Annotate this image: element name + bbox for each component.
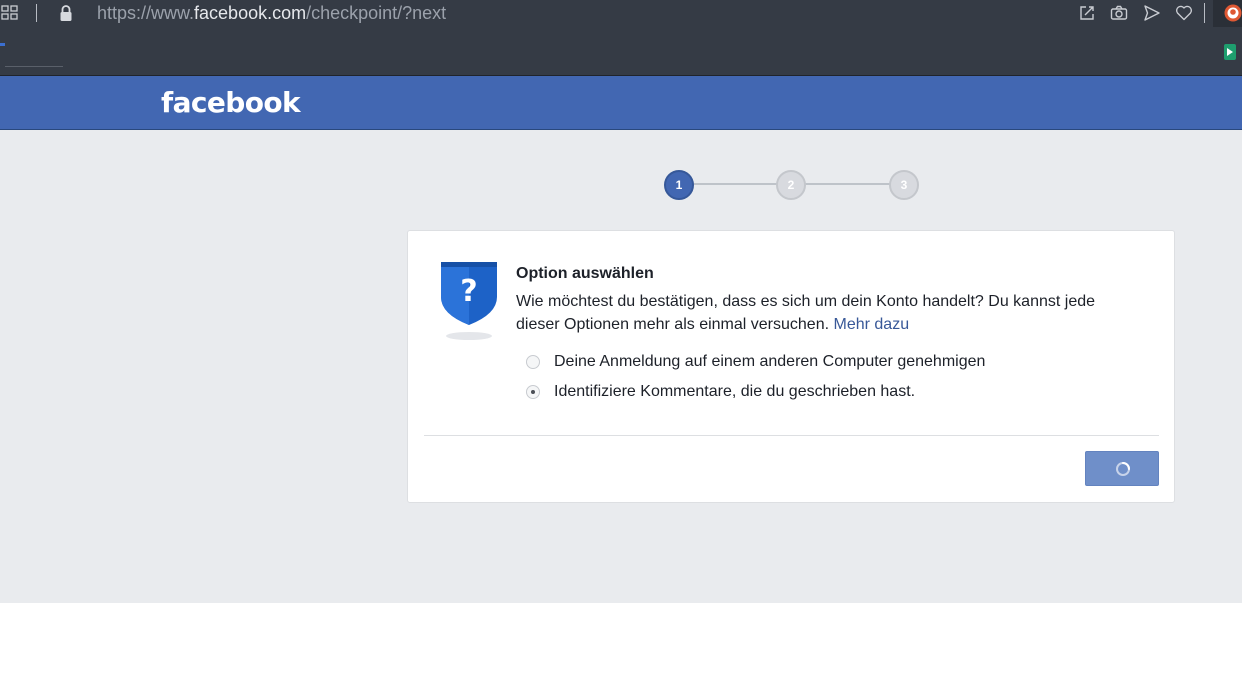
url-host: facebook.com [194,3,307,23]
apps-grid-icon[interactable] [1,5,19,21]
radio-selected-dot [531,390,535,394]
card-description: Wie möchtest du bestätigen, dass es sich… [516,290,1136,336]
step-2: 2 [776,170,806,200]
extensions-separator [1204,3,1205,23]
duckduckgo-extension-icon[interactable] [1224,4,1242,22]
extension-badge-icon[interactable] [1224,44,1236,60]
learn-more-link[interactable]: Mehr dazu [834,316,910,333]
heart-icon[interactable] [1175,4,1193,22]
radio-approve-login[interactable] [526,355,540,369]
page-footer-area [0,603,1242,673]
share-edit-icon[interactable] [1078,4,1096,22]
continue-button[interactable] [1085,451,1159,486]
step-3: 3 [889,170,919,200]
radio-identify-comments[interactable] [526,385,540,399]
svg-text:?: ? [460,274,477,309]
browser-toolbar: https://www.facebook.com/checkpoint/?nex… [0,0,1242,76]
camera-icon[interactable] [1110,4,1128,22]
option-label: Deine Anmeldung auf einem anderen Comput… [554,353,986,370]
bookmark-underline [5,66,63,67]
bookmark-indicator [0,43,5,46]
url-path: /checkpoint/?next [306,3,447,23]
shield-question-icon: ? [441,262,497,340]
checkpoint-content: 1 2 3 ? Option auswählen Wie möchtest du… [0,130,1242,603]
progress-stepper: 1 2 3 [664,170,919,200]
lock-icon[interactable] [59,4,73,22]
extension-slot[interactable] [1213,0,1242,27]
address-bar[interactable]: https://www.facebook.com/checkpoint/?nex… [97,2,446,24]
option-card: ? Option auswählen Wie möchtest du bestä… [407,230,1175,503]
play-icon [1227,48,1233,56]
toolbar-separator [36,4,37,22]
card-title: Option auswählen [516,265,654,282]
description-text: Wie möchtest du bestätigen, dass es sich… [516,293,1096,333]
facebook-header: facebook [0,76,1242,130]
option-label: Identifiziere Kommentare, die du geschri… [554,383,916,400]
facebook-logo[interactable]: facebook [161,86,301,120]
stepper-line [692,183,778,185]
send-icon[interactable] [1143,4,1161,22]
loading-spinner-icon [1116,462,1130,476]
step-1: 1 [664,170,694,200]
card-divider [424,435,1159,436]
stepper-line [804,183,890,185]
url-scheme: https://www. [97,3,195,23]
